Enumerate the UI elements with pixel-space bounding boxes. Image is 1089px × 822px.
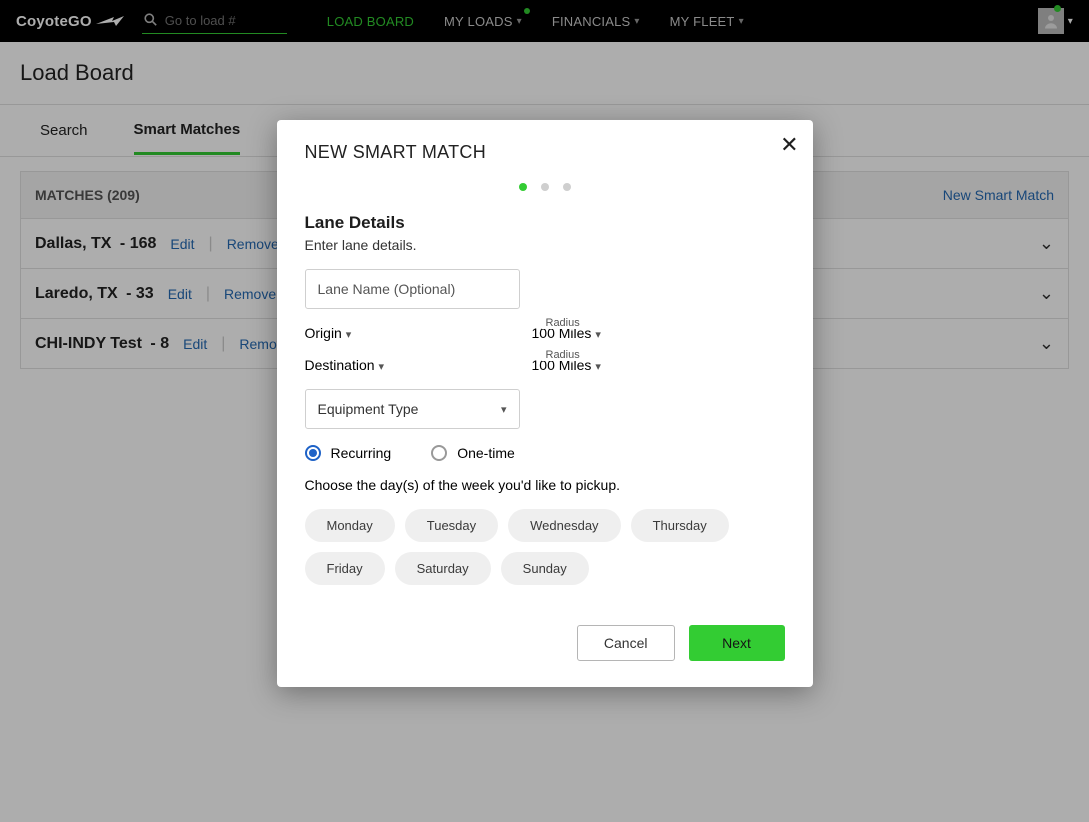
origin-select[interactable]: Origin ▾ [305,325,520,341]
next-button[interactable]: Next [689,625,785,661]
radio-unchecked-icon [431,445,447,461]
day-pill[interactable]: Friday [305,552,385,585]
chevron-down-icon: ▾ [501,403,507,416]
day-pills: Monday Tuesday Wednesday Thursday Friday… [305,509,785,585]
radio-checked-icon [305,445,321,461]
new-smart-match-modal: ✕ NEW SMART MATCH Lane Details Enter lan… [277,120,813,687]
close-icon[interactable]: ✕ [780,134,798,156]
chevron-down-icon: ▾ [595,361,601,373]
day-pill[interactable]: Tuesday [405,509,498,542]
radius-label: Radius [542,349,584,361]
destination-select[interactable]: Destination ▾ [305,357,520,373]
cancel-button[interactable]: Cancel [577,625,675,661]
day-pill[interactable]: Monday [305,509,395,542]
day-pill[interactable]: Sunday [501,552,589,585]
chevron-down-icon: ▾ [346,329,352,341]
step-dot-1 [519,183,527,191]
day-pill[interactable]: Wednesday [508,509,620,542]
chevron-down-icon: ▾ [378,361,384,373]
step-dot-3 [563,183,571,191]
chevron-down-icon: ▾ [595,329,601,341]
pickup-instruction: Choose the day(s) of the week you'd like… [305,477,785,493]
recurring-radio[interactable]: Recurring [305,445,392,461]
radius-label: Radius [542,317,584,329]
wizard-steps [305,183,785,191]
lane-name-input[interactable] [305,269,520,309]
section-title: Lane Details [305,213,785,233]
day-pill[interactable]: Saturday [395,552,491,585]
modal-title: NEW SMART MATCH [305,142,785,163]
section-sub: Enter lane details. [305,237,785,253]
equipment-type-select[interactable]: Equipment Type ▾ [305,389,520,429]
day-pill[interactable]: Thursday [631,509,729,542]
step-dot-2 [541,183,549,191]
onetime-radio[interactable]: One-time [431,445,515,461]
